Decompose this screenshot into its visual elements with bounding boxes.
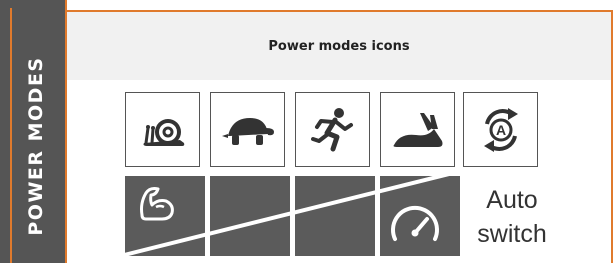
snail-icon [143, 118, 184, 146]
sidebar-title: POWER MODES [25, 56, 47, 236]
panel-header: Power modes icons [67, 12, 611, 80]
turtle-icon [221, 117, 274, 145]
snail-mode-tile[interactable] [125, 92, 200, 167]
svg-text:A: A [495, 122, 505, 138]
flexed-arm-icon [140, 187, 174, 221]
running-person-icon [310, 107, 353, 151]
auto-label-line2: switch [477, 220, 547, 248]
rabbit-icon [393, 112, 442, 147]
turtle-mode-tile[interactable] [210, 92, 285, 167]
auto-label-line1: Auto [486, 186, 538, 214]
sidebar: POWER MODES [0, 0, 67, 263]
speedometer-icon [391, 205, 439, 241]
auto-mode-icon: A [483, 107, 518, 152]
auto-mode-tile[interactable]: A [463, 92, 538, 167]
panel-title: Power modes icons [268, 38, 410, 54]
run-mode-tile[interactable] [295, 92, 370, 167]
rabbit-mode-tile[interactable] [380, 92, 455, 167]
